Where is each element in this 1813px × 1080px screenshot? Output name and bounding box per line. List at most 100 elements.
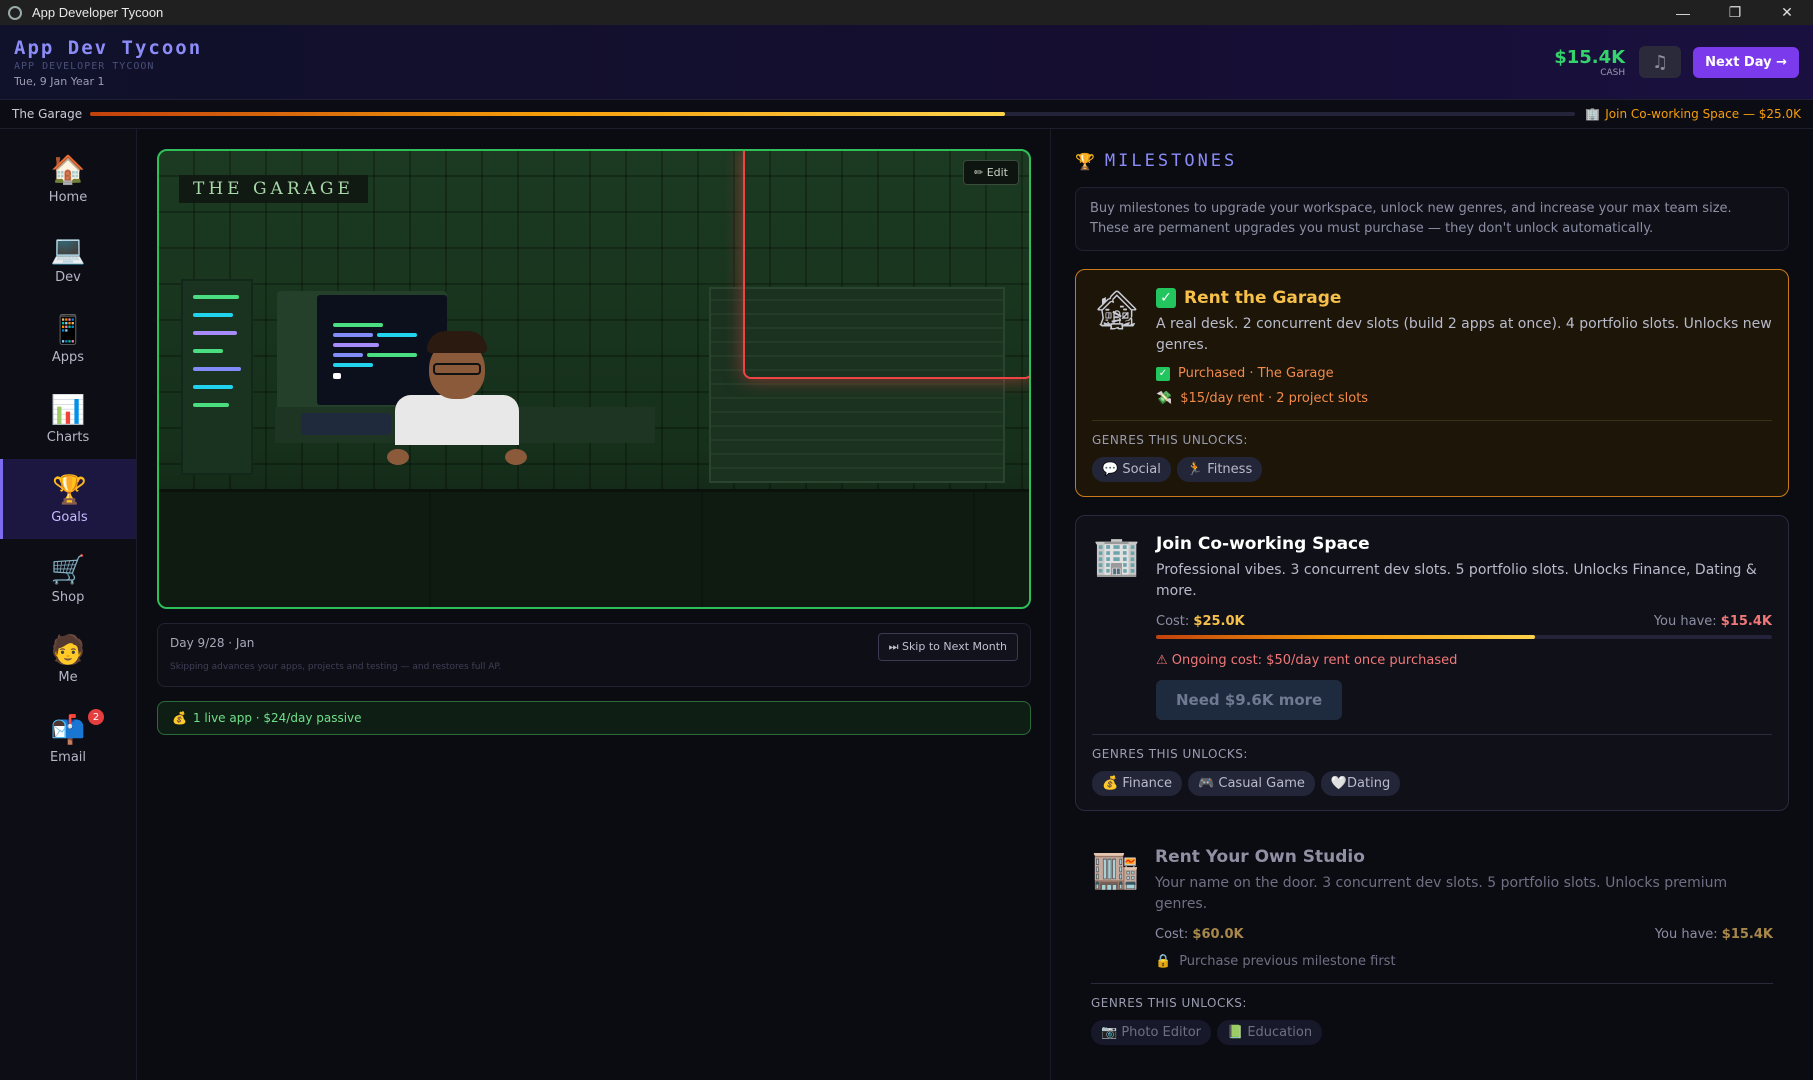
developer-body xyxy=(395,395,519,445)
phone-icon: 📱 xyxy=(50,313,86,346)
nav-label: Goals xyxy=(51,510,88,525)
genre-chip-social: 💬 Social xyxy=(1092,457,1171,482)
keyboard xyxy=(301,413,391,435)
nav-label: Home xyxy=(48,190,88,205)
nav-home[interactable]: 🏠 Home xyxy=(0,139,136,219)
cost-progress-fill xyxy=(1156,635,1536,639)
bar-chart-icon: 📊 xyxy=(50,393,86,426)
genres-unlock-label: GENRES THIS UNLOCKS: xyxy=(1091,996,1247,1010)
check-icon: ✓ xyxy=(1156,288,1176,308)
genre-chip-education: 📗 Education xyxy=(1217,1020,1323,1045)
rent-status: 💸 $15/day rent · 2 project slots xyxy=(1156,391,1772,406)
garage-house-icon: 🏚 xyxy=(1092,288,1142,332)
milestone-title: Rent Your Own Studio xyxy=(1155,847,1365,867)
have-value: $15.4K xyxy=(1720,614,1772,629)
divider xyxy=(1092,420,1772,421)
day-panel: Day 9/28 · Jan Skipping advances your ap… xyxy=(157,623,1031,687)
purchased-status: ✓ Purchased · The Garage xyxy=(1156,366,1772,381)
milestone-card-coworking: 🏢 Join Co-working Space Professional vib… xyxy=(1075,515,1789,811)
studio-building-icon: 🏬 xyxy=(1092,847,1140,891)
milestones-header: 🏆 MILESTONES xyxy=(1075,151,1789,171)
cost-value: $25.0K xyxy=(1193,614,1245,629)
trophy-icon: 🏆 xyxy=(52,473,87,506)
genre-chip-photo-editor: 📷 Photo Editor xyxy=(1091,1020,1212,1045)
next-milestone-text: Join Co-working Space — $25.0K xyxy=(1605,107,1801,121)
genres-unlock-label: GENRES THIS UNLOCKS: xyxy=(1092,433,1248,447)
next-day-button[interactable]: Next Day → xyxy=(1693,46,1799,78)
garage-panel: THE GARAGE ✏ Edit Day 9/28 · Jan Skippin… xyxy=(137,129,1051,1080)
milestone-progress-strip: The Garage 🏢 Join Co-working Space — $25… xyxy=(0,100,1813,129)
nav-email[interactable]: 📬 Email 2 xyxy=(0,699,136,779)
milestones-intro: Buy milestones to upgrade your workspace… xyxy=(1075,187,1789,251)
developer-hair xyxy=(427,331,487,353)
divider xyxy=(1092,734,1772,735)
milestone-card-rent-garage: 🏚 ✓ Rent the Garage A real desk. 2 concu… xyxy=(1075,269,1789,497)
maximize-button[interactable]: ❐ xyxy=(1709,0,1761,25)
divider xyxy=(1091,983,1773,984)
passive-income-text: 1 live app · $24/day passive xyxy=(192,711,362,725)
window-titlebar: App Developer Tycoon — ❐ ✕ xyxy=(0,0,1813,25)
nav-dev[interactable]: 💻 Dev xyxy=(0,219,136,299)
ongoing-cost-warning: ⚠ Ongoing cost: $50/day rent once purcha… xyxy=(1156,653,1458,668)
have-value: $15.4K xyxy=(1721,927,1773,942)
nav-label: Email xyxy=(49,750,87,765)
person-icon: 🧑 xyxy=(50,633,86,666)
cost-value: $60.0K xyxy=(1192,927,1244,942)
locked-notice: 🔒 Purchase previous milestone first xyxy=(1155,954,1773,969)
genre-chip-fitness: 🏃 Fitness xyxy=(1176,457,1263,482)
close-button[interactable]: ✕ xyxy=(1761,0,1813,25)
money-wings-icon: 💸 xyxy=(1156,391,1173,406)
nav-charts[interactable]: 📊 Charts xyxy=(0,379,136,459)
nav-apps[interactable]: 📱 Apps xyxy=(0,299,136,379)
check-icon: ✓ xyxy=(1156,366,1170,381)
money-bag-icon: 💰 xyxy=(172,711,187,725)
edit-scene-button[interactable]: ✏ Edit xyxy=(962,160,1019,185)
window-title: App Developer Tycoon xyxy=(32,5,164,20)
cash-display: $15.4K CASH xyxy=(1554,47,1625,78)
minimize-button[interactable]: — xyxy=(1657,0,1709,25)
skip-to-next-month-button[interactable]: ⏭ Skip to Next Month xyxy=(877,633,1018,661)
nav-label: Me xyxy=(58,670,78,685)
day-hint: Skipping advances your apps, projects an… xyxy=(170,662,502,672)
building-icon: 🏢 xyxy=(1585,107,1601,121)
milestone-card-studio: 🏬 Rent Your Own Studio Your name on the … xyxy=(1075,829,1789,1059)
have-text: You have: $15.4K xyxy=(1654,927,1773,942)
garage-scene: THE GARAGE ✏ Edit xyxy=(157,149,1031,609)
nav-label: Charts xyxy=(46,430,90,445)
scene-title: THE GARAGE xyxy=(179,175,368,203)
brand: App Dev Tycoon APP DEVELOPER TYCOON Tue,… xyxy=(14,37,202,88)
genre-chip-dating: 🤍Dating xyxy=(1320,771,1401,796)
genre-chips: 💰 Finance 🎮 Casual Game 🤍Dating xyxy=(1092,771,1772,796)
milestones-panel: 🏆 MILESTONES Buy milestones to upgrade y… xyxy=(1051,129,1813,1080)
genre-chip-casual-game: 🎮 Casual Game xyxy=(1188,771,1315,796)
nav-me[interactable]: 🧑 Me xyxy=(0,619,136,699)
milestone-description: A real desk. 2 concurrent dev slots (bui… xyxy=(1156,316,1772,353)
trophy-icon: 🏆 xyxy=(1075,151,1095,171)
next-milestone-label: 🏢 Join Co-working Space — $25.0K xyxy=(1585,107,1801,121)
garage-floor xyxy=(159,489,1029,607)
nav-label: Apps xyxy=(51,350,85,365)
milestone-description: Your name on the door. 3 concurrent dev … xyxy=(1155,875,1728,912)
milestone-progress-track xyxy=(90,112,1576,116)
cost-row: Cost: $25.0K You have: $15.4K xyxy=(1156,614,1772,629)
have-text: You have: $15.4K xyxy=(1653,614,1772,629)
music-note-icon: ♫ xyxy=(1652,51,1669,73)
mailbox-icon: 📬 xyxy=(50,713,86,746)
nav-goals[interactable]: 🏆 Goals xyxy=(0,459,136,539)
buy-milestone-button[interactable]: Need $9.6K more xyxy=(1156,680,1343,720)
server-rack xyxy=(181,279,253,475)
sidebar: 🏠 Home 💻 Dev 📱 Apps 📊 Charts 🏆 Goals 🛒 S… xyxy=(0,129,137,1080)
laptop-icon: 💻 xyxy=(50,233,86,266)
rent-status-text: $15/day rent · 2 project slots xyxy=(1180,391,1369,406)
cost-text: Cost: $25.0K xyxy=(1156,614,1245,629)
passive-income-banner: 💰 1 live app · $24/day passive xyxy=(157,701,1031,735)
nav-shop[interactable]: 🛒 Shop xyxy=(0,539,136,619)
music-toggle-button[interactable]: ♫ xyxy=(1639,46,1682,78)
brand-subtitle: APP DEVELOPER TYCOON xyxy=(14,60,155,72)
cash-label: CASH xyxy=(1600,67,1626,78)
home-icon: 🏠 xyxy=(50,153,86,186)
app-header: App Dev Tycoon APP DEVELOPER TYCOON Tue,… xyxy=(0,25,1813,100)
nav-label: Dev xyxy=(55,270,81,285)
locked-notice-text: Purchase previous milestone first xyxy=(1179,954,1396,969)
email-count-badge: 2 xyxy=(88,709,104,725)
